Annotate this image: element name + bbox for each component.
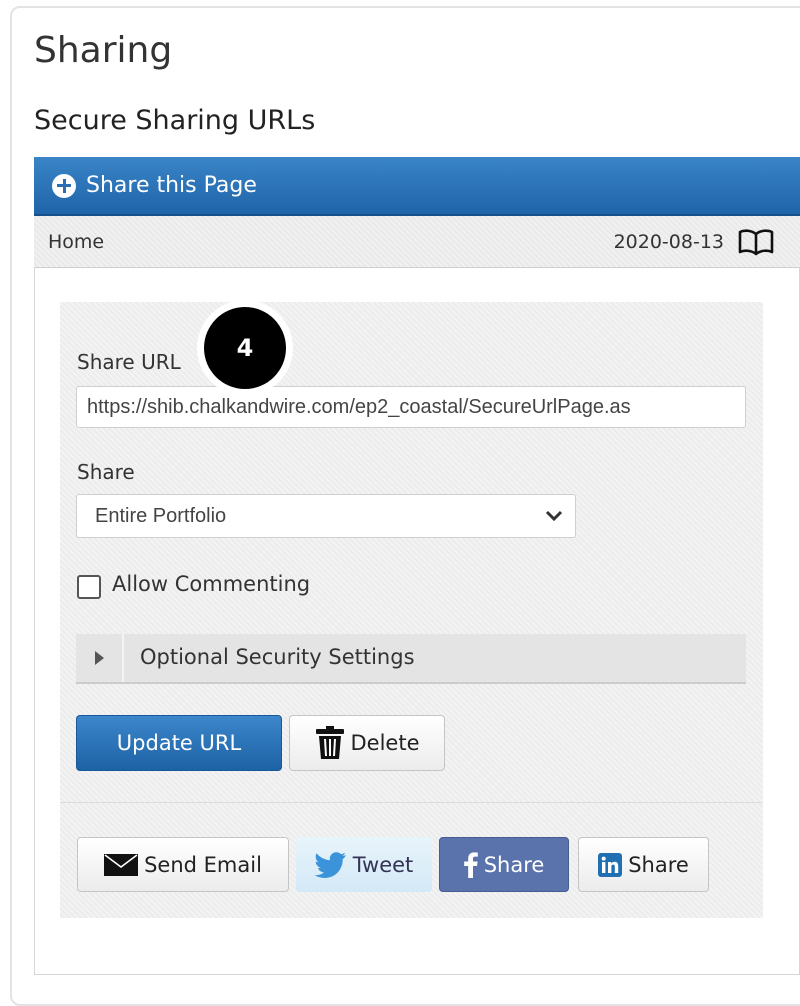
share-scope-value: Entire Portfolio xyxy=(95,504,227,527)
twitter-bird-icon xyxy=(314,851,346,878)
linkedin-icon xyxy=(598,852,623,877)
tweet-button[interactable]: Tweet xyxy=(296,837,432,892)
allow-commenting-label[interactable]: Allow Commenting xyxy=(112,572,310,596)
optional-security-settings-label: Optional Security Settings xyxy=(140,645,415,669)
tweet-label: Tweet xyxy=(352,852,414,877)
share-url-label: Share URL xyxy=(77,350,181,374)
date-group: 2020-08-13 xyxy=(614,228,774,256)
chevron-down-icon xyxy=(545,510,563,522)
caret-right-icon xyxy=(94,651,104,665)
share-this-page-label: Share this Page xyxy=(86,173,257,198)
send-email-button[interactable]: Send Email xyxy=(77,837,289,892)
optional-security-settings-accordion[interactable]: Optional Security Settings xyxy=(76,634,746,684)
section-subtitle: Secure Sharing URLs xyxy=(34,105,316,136)
share-scope-select[interactable]: Entire Portfolio xyxy=(76,494,576,538)
breadcrumb-home[interactable]: Home xyxy=(48,231,104,253)
linkedin-share-button[interactable]: Share xyxy=(578,837,709,892)
step-number-badge: 4 xyxy=(197,300,293,396)
step-number: 4 xyxy=(204,307,286,389)
accordion-toggle[interactable] xyxy=(76,634,124,682)
breadcrumb-bar: Home 2020-08-13 xyxy=(34,216,800,268)
update-url-button[interactable]: Update URL xyxy=(76,715,282,771)
allow-commenting-checkbox[interactable] xyxy=(77,575,101,599)
envelope-icon xyxy=(104,853,139,876)
plus-circle-icon xyxy=(52,173,76,198)
delete-button[interactable]: Delete xyxy=(289,715,445,771)
share-label: Share xyxy=(77,460,135,484)
facebook-share-label: Share xyxy=(483,852,545,877)
book-icon[interactable] xyxy=(738,228,774,256)
share-url-input[interactable] xyxy=(76,386,746,428)
page-date: 2020-08-13 xyxy=(613,230,724,253)
facebook-icon xyxy=(463,851,478,878)
trash-icon xyxy=(315,726,344,759)
update-url-label: Update URL xyxy=(116,731,242,755)
share-this-page-header[interactable]: Share this Page xyxy=(34,157,800,216)
page-title: Sharing xyxy=(34,30,173,71)
delete-label: Delete xyxy=(350,731,420,755)
facebook-share-button[interactable]: Share xyxy=(439,837,569,892)
send-email-label: Send Email xyxy=(144,852,262,877)
linkedin-share-label: Share xyxy=(628,852,689,877)
